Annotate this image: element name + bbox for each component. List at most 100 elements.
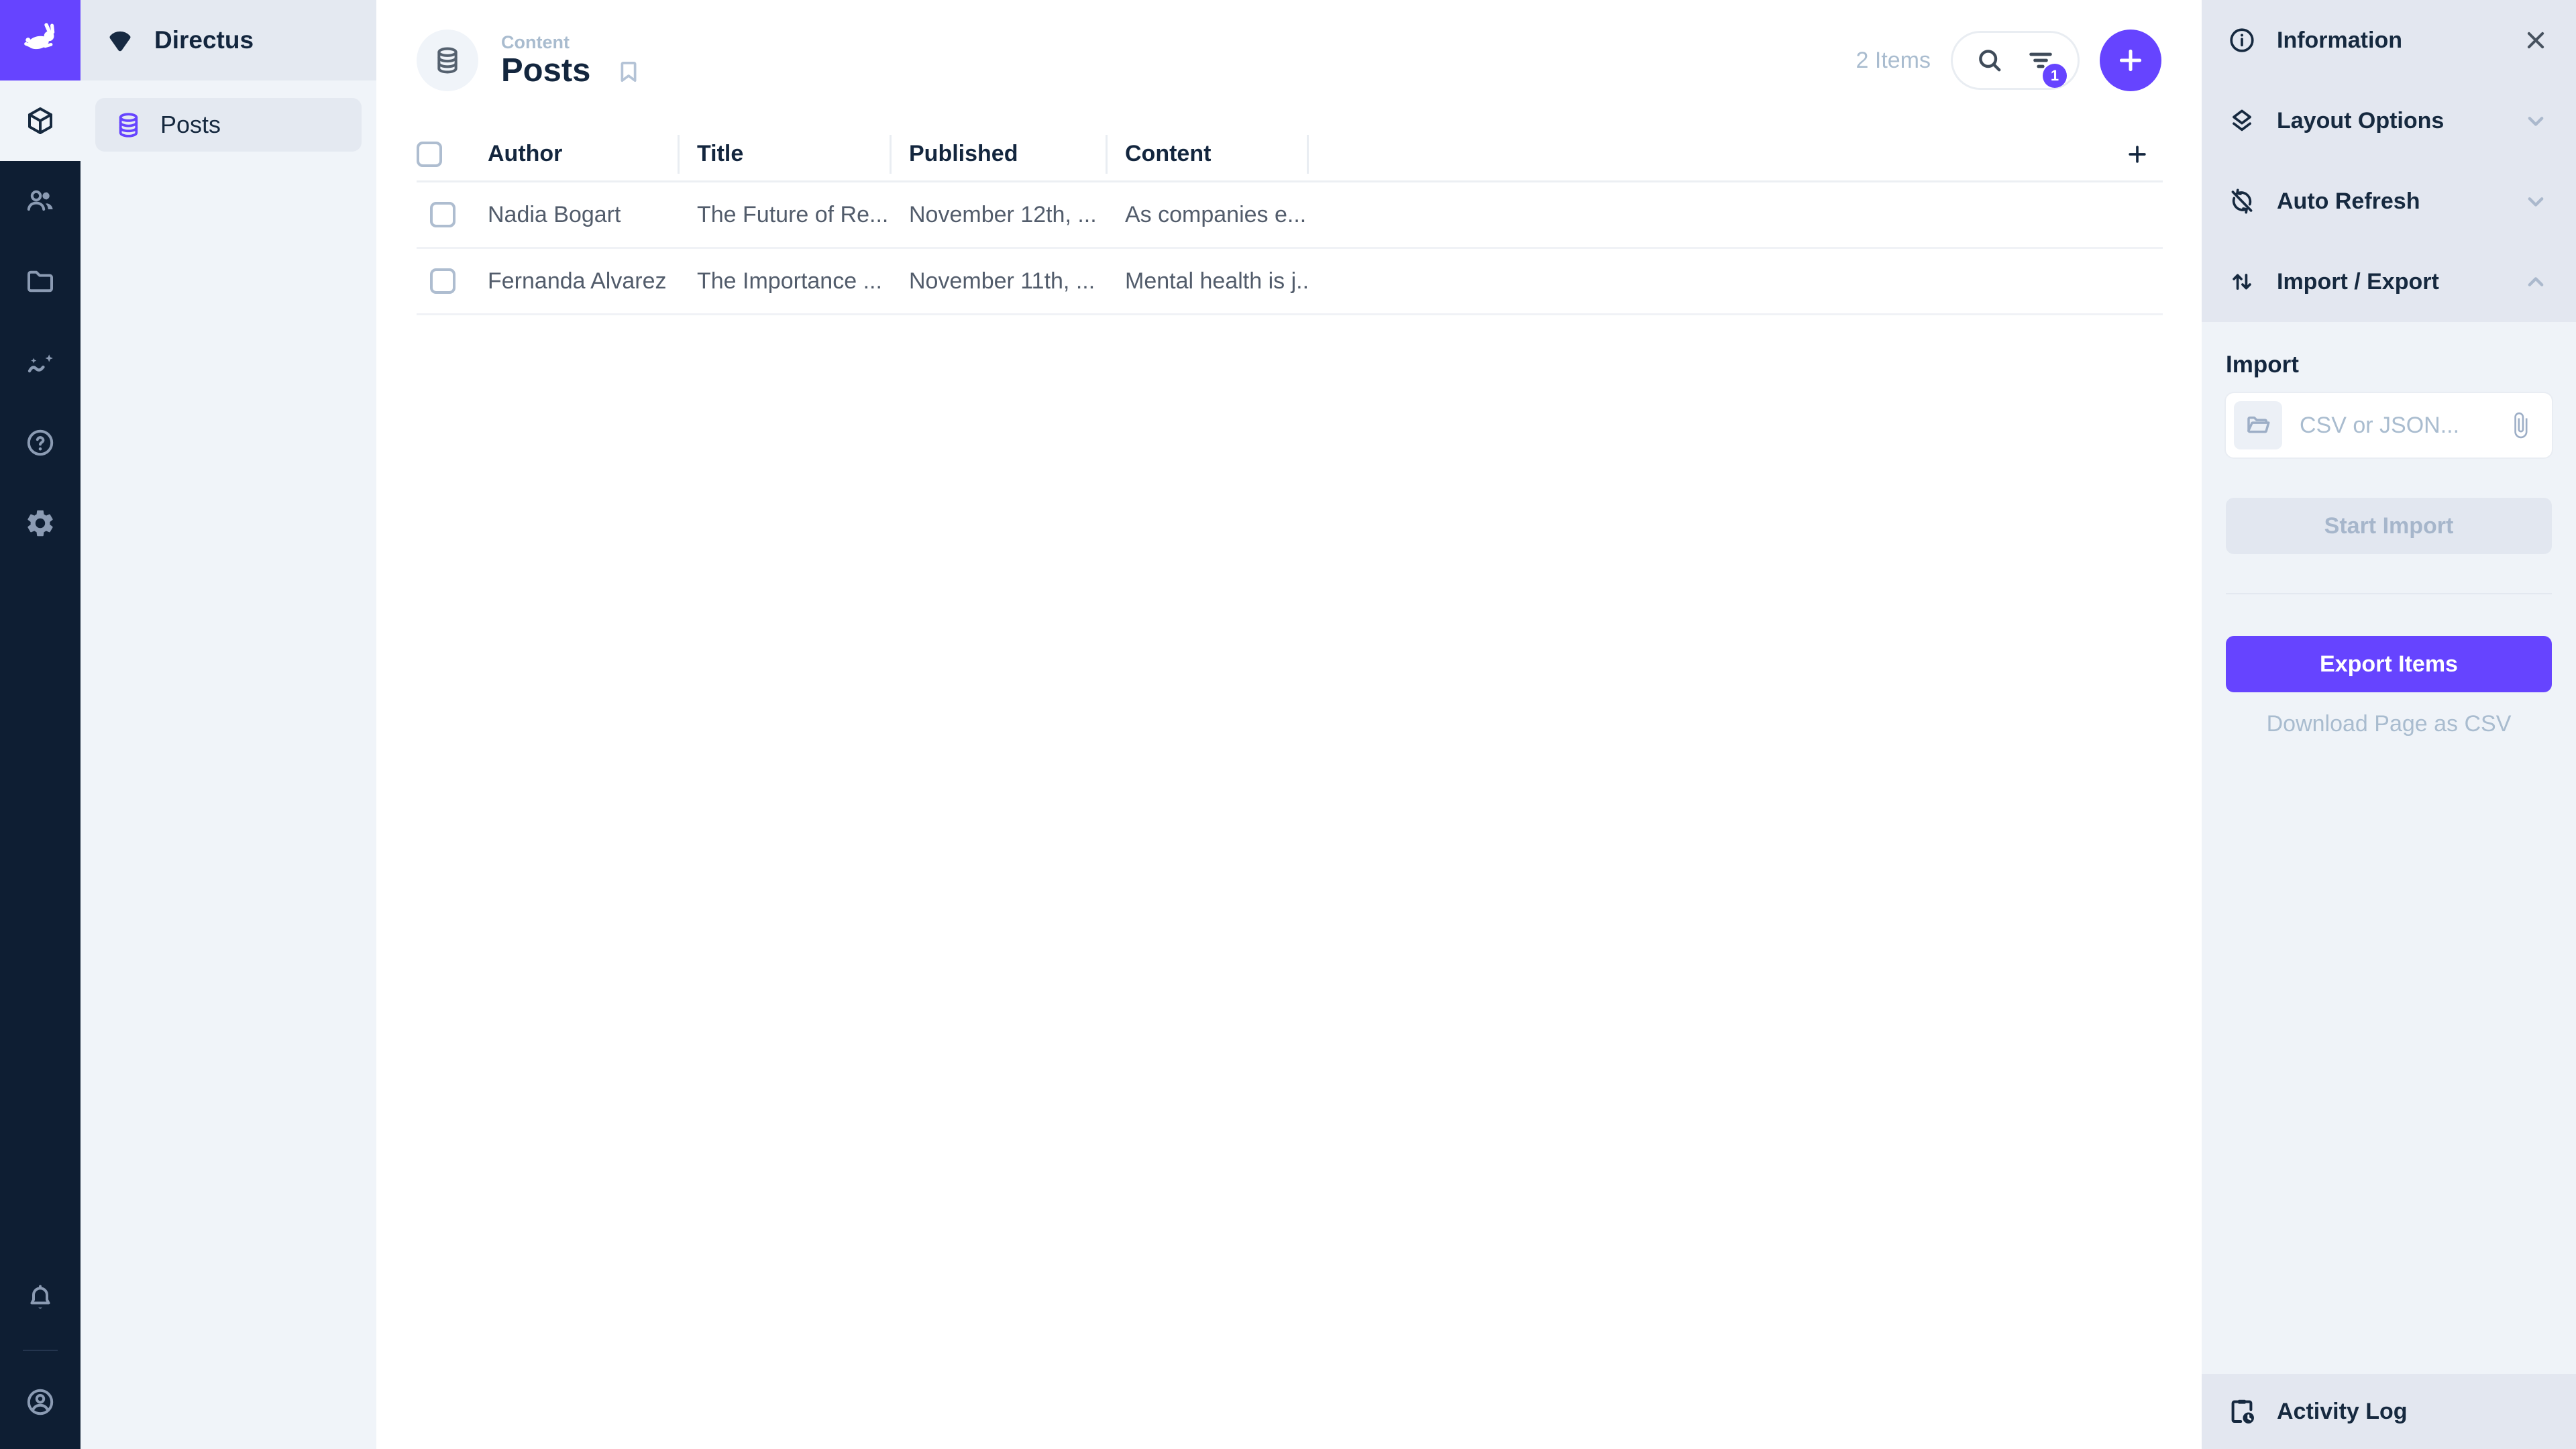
expand-section-control[interactable] [2521, 106, 2551, 136]
collapse-section-control[interactable] [2521, 267, 2551, 297]
module-insights[interactable] [0, 322, 80, 402]
import-file-field[interactable] [2300, 413, 2506, 439]
download-csv-link[interactable]: Download Page as CSV [2226, 711, 2552, 737]
import-export-panel: Import Start Import Export Items [2202, 322, 2576, 737]
add-item-button[interactable] [2100, 30, 2161, 91]
settings-icon [24, 507, 56, 539]
cell-title: The Future of Re... [680, 202, 892, 228]
plus-icon [2124, 141, 2151, 168]
directus-logo-button[interactable] [0, 0, 80, 80]
search-button[interactable] [1974, 45, 2005, 76]
user-menu-button[interactable] [0, 1362, 80, 1442]
paperclip-icon [2506, 411, 2534, 439]
attach-file-button[interactable] [2506, 411, 2534, 439]
column-header-author[interactable]: Author [470, 135, 680, 174]
module-files[interactable] [0, 241, 80, 322]
items-count: 2 Items [1856, 48, 1931, 74]
panel-divider [2226, 593, 2552, 594]
select-all-checkbox[interactable] [417, 142, 442, 167]
chevron-down-icon [2521, 186, 2551, 216]
table-row[interactable]: Fernanda Alvarez The Importance ... Nove… [417, 249, 2163, 315]
module-content[interactable] [0, 80, 80, 161]
filter-button[interactable]: 1 [2025, 45, 2056, 76]
project-header[interactable]: Directus [80, 0, 376, 80]
table-header-row: Author Title Published Content [417, 127, 2163, 182]
column-header-content[interactable]: Content [1108, 135, 1309, 174]
row-select-cell [417, 268, 470, 294]
column-header-published[interactable]: Published [892, 135, 1108, 174]
page-header: Content Posts 2 Items [376, 0, 2202, 91]
select-all-cell [417, 135, 470, 174]
user-circle-icon [24, 1386, 56, 1418]
breadcrumb[interactable]: Content [501, 32, 590, 53]
directus-rabbit-logo-icon [18, 18, 62, 62]
search-filter-pill: 1 [1951, 31, 2080, 90]
activity-log-button[interactable]: Activity Log [2202, 1374, 2576, 1449]
collection-icon-button[interactable] [417, 30, 478, 91]
insights-icon [24, 346, 56, 378]
close-sidebar-button[interactable] [2521, 25, 2551, 55]
chevron-down-icon [2521, 106, 2551, 136]
import-heading: Import [2226, 352, 2552, 378]
sidebar-section-information[interactable]: Information [2202, 0, 2576, 80]
cell-content: As companies e... [1108, 202, 1309, 228]
search-icon [1974, 45, 2005, 76]
expand-section-control[interactable] [2521, 186, 2551, 216]
start-import-button[interactable]: Start Import [2226, 498, 2552, 554]
import-export-icon [2227, 267, 2257, 297]
import-file-input[interactable] [2226, 393, 2552, 458]
sidebar-section-layout-options[interactable]: Layout Options [2202, 80, 2576, 161]
sidebar-section-label: Import / Export [2277, 269, 2439, 295]
notifications-button[interactable] [0, 1258, 80, 1339]
row-checkbox[interactable] [430, 268, 455, 294]
row-checkbox[interactable] [430, 202, 455, 227]
close-icon [2521, 25, 2551, 55]
project-name: Directus [154, 26, 254, 54]
folder-open-icon [2244, 411, 2272, 439]
cell-author: Nadia Bogart [470, 202, 680, 228]
activity-log-label: Activity Log [2277, 1399, 2408, 1425]
layers-icon [2227, 106, 2257, 136]
app-window: Directus Posts Content [0, 0, 2576, 1449]
module-settings[interactable] [0, 483, 80, 564]
browse-file-button[interactable] [2234, 401, 2282, 449]
cell-published: November 12th, ... [892, 202, 1108, 228]
fan-project-icon [105, 25, 136, 56]
box-icon [24, 105, 56, 137]
module-bar-divider [23, 1350, 58, 1351]
page-title: Posts [501, 53, 590, 89]
cell-content: Mental health is j... [1108, 268, 1309, 294]
cell-author: Fernanda Alvarez [470, 268, 680, 294]
main-content: Content Posts 2 Items [376, 0, 2202, 1449]
add-column-button[interactable] [1309, 135, 2163, 174]
sidebar-section-auto-refresh[interactable]: Auto Refresh [2202, 161, 2576, 241]
header-actions: 2 Items 1 [1856, 30, 2161, 91]
folder-icon [24, 266, 56, 298]
info-icon [2227, 25, 2257, 55]
column-header-title[interactable]: Title [680, 135, 892, 174]
database-icon [432, 45, 463, 76]
bell-icon [24, 1283, 56, 1315]
bookmark-button[interactable] [614, 58, 643, 86]
cell-title: The Importance ... [680, 268, 892, 294]
items-table: Author Title Published Content Nadia Bog… [417, 127, 2163, 315]
bookmark-icon [614, 58, 643, 86]
row-select-cell [417, 202, 470, 227]
table-row[interactable]: Nadia Bogart The Future of Re... Novembe… [417, 182, 2163, 249]
sidebar-section-label: Layout Options [2277, 108, 2444, 134]
module-bar-spacer [0, 564, 80, 1258]
title-block: Content Posts [501, 32, 590, 89]
sidebar-section-import-export[interactable]: Import / Export [2202, 241, 2576, 322]
export-items-button[interactable]: Export Items [2226, 636, 2552, 692]
filter-count-badge: 1 [2043, 64, 2067, 88]
database-icon [114, 111, 143, 140]
module-users[interactable] [0, 161, 80, 241]
chevron-up-icon [2521, 267, 2551, 297]
right-sidebar: Information Layout Options [2202, 0, 2576, 1449]
activity-log-icon [2227, 1397, 2257, 1426]
module-help[interactable] [0, 402, 80, 483]
help-icon [24, 427, 56, 459]
sidebar-item-posts[interactable]: Posts [95, 98, 362, 152]
nav-sidebar: Directus Posts [80, 0, 376, 1449]
sidebar-section-label: Auto Refresh [2277, 189, 2420, 215]
